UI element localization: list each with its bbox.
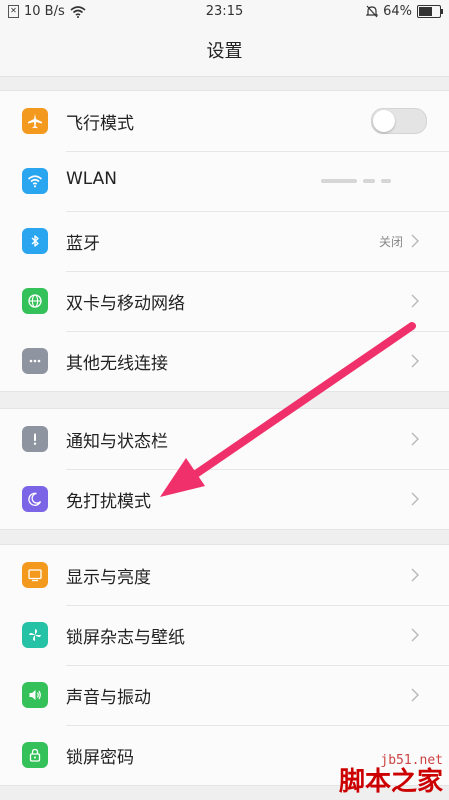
settings-item-label: WLAN bbox=[66, 169, 118, 189]
settings-item-label: 锁屏密码 bbox=[66, 748, 134, 768]
wifi-network-name-redacted bbox=[321, 179, 391, 183]
chevron-right-icon bbox=[411, 432, 419, 446]
chevron-right-icon bbox=[411, 354, 419, 368]
settings-item-lockscreen-wallpaper[interactable]: 锁屏杂志与壁纸 bbox=[0, 605, 449, 665]
battery-icon bbox=[417, 5, 443, 18]
title-bar: 设置 bbox=[0, 24, 449, 77]
speaker-icon bbox=[22, 682, 48, 708]
wifi-icon bbox=[22, 168, 48, 194]
settings-item-label: 其他无线连接 bbox=[66, 354, 168, 374]
lock-icon bbox=[22, 742, 48, 768]
settings-item-airplane-mode[interactable]: 飞行模式 bbox=[0, 91, 449, 151]
bell-muted-icon bbox=[366, 5, 379, 18]
watermark: jb51.net 脚本之家 bbox=[339, 753, 443, 796]
airplane-icon bbox=[22, 108, 48, 134]
battery-fill bbox=[419, 7, 432, 16]
status-right: 64% bbox=[366, 4, 443, 19]
toggle-knob bbox=[373, 110, 395, 132]
battery-percent: 64% bbox=[383, 4, 412, 19]
chevron-right-icon bbox=[411, 628, 419, 642]
watermark-brand: 脚本之家 bbox=[338, 767, 443, 797]
bluetooth-status: 关闭 bbox=[378, 235, 403, 249]
settings-item-sound-vibration[interactable]: 声音与振动 bbox=[0, 665, 449, 725]
bluetooth-icon bbox=[22, 228, 48, 254]
settings-item-dual-sim[interactable]: 双卡与移动网络 bbox=[0, 271, 449, 331]
settings-item-label: 声音与振动 bbox=[66, 688, 151, 708]
settings-item-label: 显示与亮度 bbox=[66, 568, 151, 588]
chevron-right-icon bbox=[411, 294, 419, 308]
settings-item-label: 通知与状态栏 bbox=[66, 432, 168, 452]
settings-item-bluetooth[interactable]: 蓝牙 关闭 bbox=[0, 211, 449, 271]
settings-item-label: 双卡与移动网络 bbox=[66, 294, 185, 314]
exclamation-icon bbox=[22, 426, 48, 452]
chevron-right-icon bbox=[411, 492, 419, 506]
page-title: 设置 bbox=[206, 41, 243, 62]
group-display-sound: 显示与亮度 锁屏杂志与壁纸 声音与振动 锁屏密码 bbox=[0, 544, 449, 786]
status-bar: ✕ 10 B/s 23:15 64% bbox=[0, 0, 449, 24]
settings-item-other-wireless[interactable]: 其他无线连接 bbox=[0, 331, 449, 391]
settings-item-wlan[interactable]: WLAN bbox=[0, 151, 449, 211]
settings-item-do-not-disturb[interactable]: 免打扰模式 bbox=[0, 469, 449, 529]
chevron-right-icon bbox=[411, 234, 419, 248]
settings-item-label: 免打扰模式 bbox=[66, 492, 151, 512]
settings-item-label: 飞行模式 bbox=[66, 114, 134, 134]
group-notifications: 通知与状态栏 免打扰模式 bbox=[0, 408, 449, 530]
group-connectivity: 飞行模式 WLAN 蓝牙 关闭 双卡与移动网络 其他无线连接 bbox=[0, 90, 449, 392]
pinwheel-icon bbox=[22, 622, 48, 648]
settings-item-notifications[interactable]: 通知与状态栏 bbox=[0, 409, 449, 469]
globe-icon bbox=[22, 288, 48, 314]
watermark-url: jb51.net bbox=[380, 753, 443, 768]
chevron-right-icon bbox=[411, 688, 419, 702]
chevron-right-icon bbox=[411, 568, 419, 582]
more-dots-icon bbox=[22, 348, 48, 374]
settings-item-label: 蓝牙 bbox=[66, 234, 100, 254]
moon-icon bbox=[22, 486, 48, 512]
settings-item-label: 锁屏杂志与壁纸 bbox=[66, 628, 185, 648]
airplane-mode-toggle[interactable] bbox=[371, 108, 427, 134]
display-icon bbox=[22, 562, 48, 588]
settings-item-display-brightness[interactable]: 显示与亮度 bbox=[0, 545, 449, 605]
